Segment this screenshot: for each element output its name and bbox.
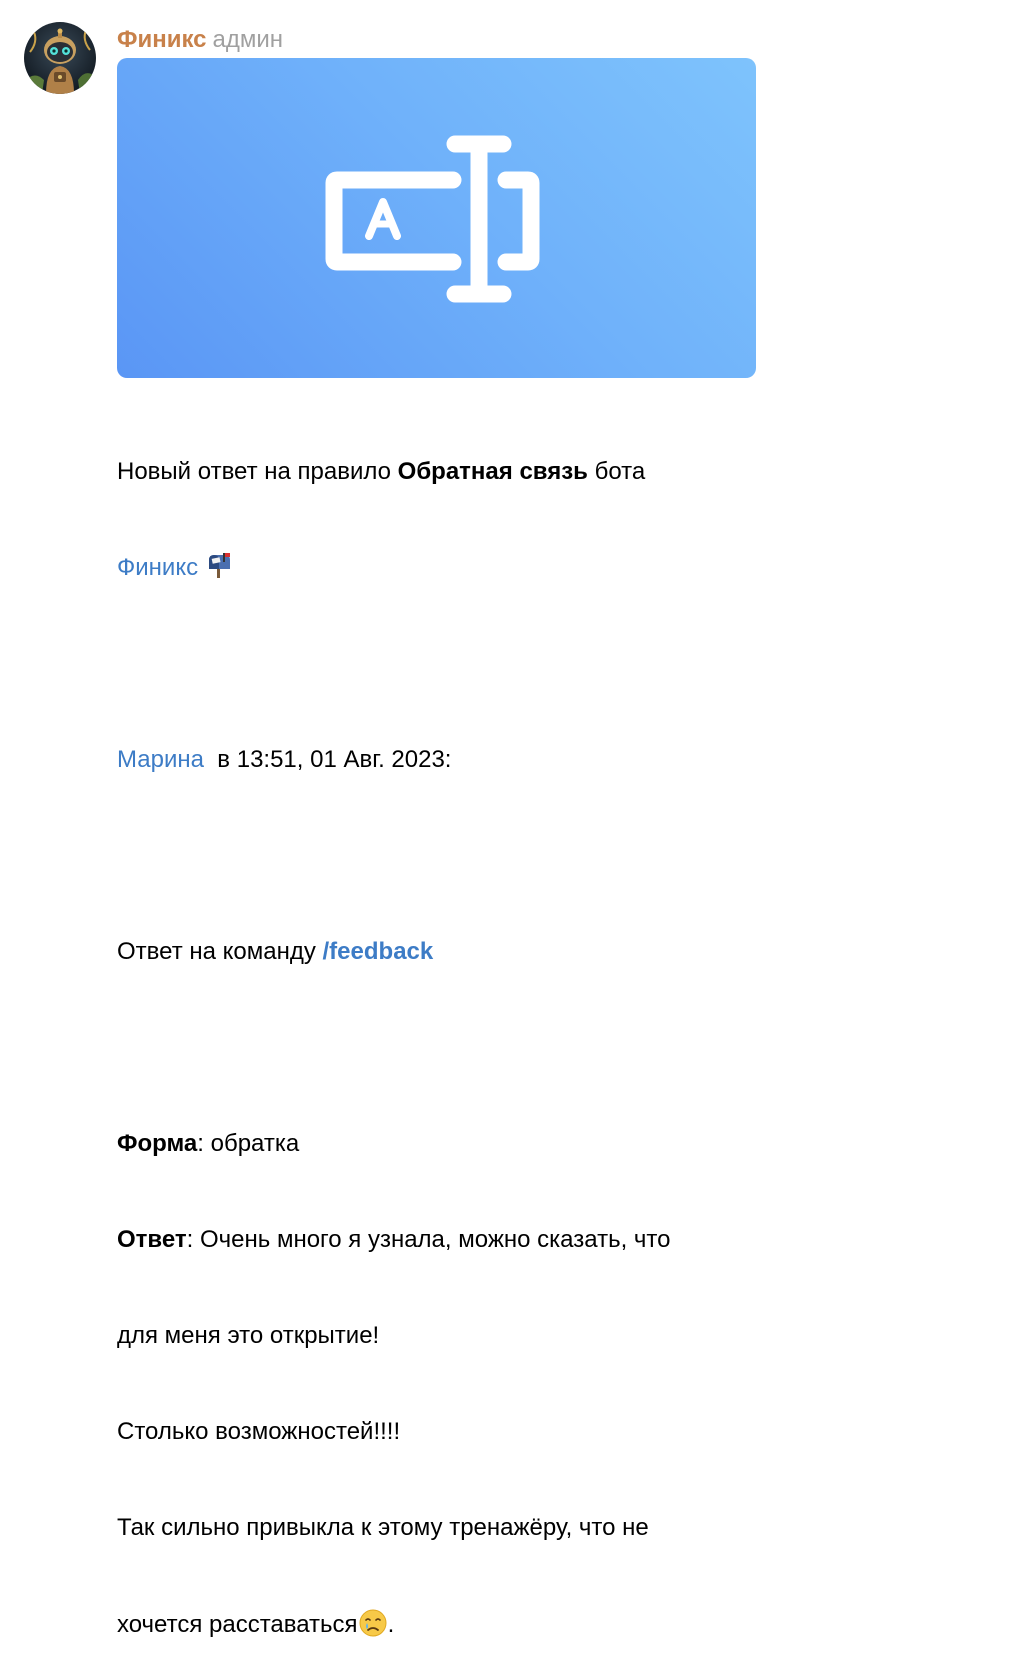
answer-line-3: Столько возможностей!!!! (117, 1418, 401, 1445)
intro-prefix: Новый ответ на правило (117, 458, 398, 485)
rule-name: Обратная связь (397, 458, 588, 485)
answer-line-5: хочется расставаться . (117, 1608, 777, 1641)
message-bubble: Финикс админ Новый ответ на правило Обрат… (117, 22, 777, 1668)
mailbox-icon (209, 553, 231, 578)
message-text: Новый ответ на правило Обратная связь бо… (117, 392, 777, 1668)
message-header: Финикс админ (117, 22, 777, 58)
crying-face-icon (359, 1609, 387, 1637)
answer-text-1: : Очень много я узнала, можно сказать, ч… (186, 1226, 671, 1253)
answer-label: Ответ (117, 1226, 187, 1253)
sender-line: Марина в 13:51, 01 Авг. 2023: (117, 744, 777, 776)
command-prefix: Ответ на команду (117, 938, 323, 965)
message-banner[interactable] (117, 58, 756, 378)
answer-line-4: Так сильно привыкла к этому тренажёру, ч… (117, 1514, 649, 1541)
answer-line-1: Ответ: Очень много я узнала, можно сказа… (117, 1224, 777, 1256)
form-label: Форма (117, 1130, 198, 1157)
answer-line-2: для меня это открытие! (117, 1322, 380, 1349)
avatar[interactable] (24, 22, 96, 94)
intro-line-1: Новый ответ на правило Обратная связь бо… (117, 456, 777, 488)
command-line: Ответ на команду /feedback (117, 936, 777, 968)
intro-line-2: Финикс (117, 552, 777, 584)
intro-suffix: бота (587, 458, 646, 485)
text-field-icon (325, 135, 540, 303)
author-name[interactable]: Финикс (117, 26, 207, 53)
answer-text-5: хочется расставаться (117, 1611, 358, 1638)
sender-time: в 13:51, 01 Авг. 2023: (203, 746, 452, 773)
feedback-command-link[interactable]: /feedback (323, 938, 434, 965)
author-role: админ (212, 26, 284, 53)
answer-text-5-end: . (387, 1611, 395, 1638)
bot-link[interactable]: Финикс (117, 554, 198, 581)
form-value: : обратка (197, 1130, 300, 1157)
robot-avatar-icon (24, 22, 96, 94)
form-line: Форма: обратка (117, 1128, 777, 1160)
sender-link[interactable]: Марина (117, 746, 204, 773)
